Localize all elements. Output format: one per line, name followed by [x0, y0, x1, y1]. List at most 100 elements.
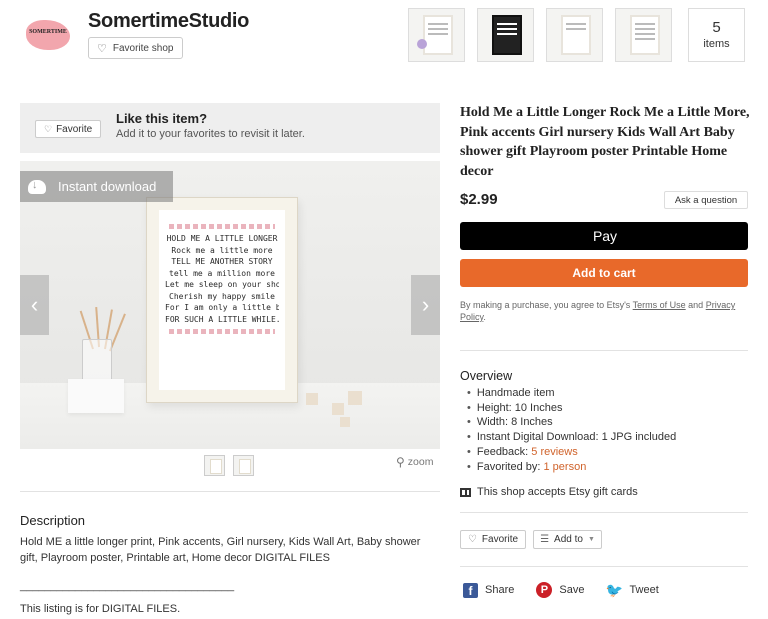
overview-item-text: Feedback: — [476, 445, 532, 458]
like-subtitle: Add it to your favorites to revisit it l… — [116, 128, 305, 140]
pink-accent — [169, 329, 275, 334]
favorite-shop-label: Favorite shop — [112, 42, 174, 54]
favorite-item-button[interactable]: ♡ Favorite — [460, 530, 526, 549]
product-image[interactable]: HOLD ME A LITTLE LONGER Rock me a little… — [20, 161, 440, 449]
poster-line: For I am only a little baby — [165, 303, 279, 312]
list-icon: ☰ — [540, 534, 550, 545]
twitter-icon: 🐦 — [605, 581, 624, 598]
poster-line: tell me a million more — [169, 268, 275, 278]
chevron-right-icon: › — [421, 292, 430, 317]
gift-cards-note: This shop accepts Etsy gift cards — [460, 486, 638, 498]
favorite-item-label: Favorite — [481, 534, 519, 545]
overview-item-text: Handmade item — [476, 387, 555, 399]
pinterest-icon: P — [536, 582, 553, 598]
overview-item: Width: 8 Inches — [467, 415, 676, 430]
image-thumbnails — [204, 455, 254, 476]
terms-prefix: By making a purchase, you agree to Etsy'… — [460, 300, 633, 310]
poster-mat: HOLD ME A LITTLE LONGER Rock me a little… — [159, 210, 285, 390]
heart-icon: ♡ — [44, 123, 53, 134]
description-title: Description — [20, 513, 86, 528]
next-image-button[interactable]: › — [411, 275, 440, 335]
facebook-share-button[interactable]: f Share — [463, 582, 514, 598]
share-row: f Share P Save 🐦 Tweet — [463, 582, 659, 598]
shop-logo-blob: SOMERTIME — [26, 20, 70, 50]
twitter-tweet-label: Tweet — [629, 584, 659, 596]
heart-icon: ♡ — [97, 42, 107, 55]
favorited-by-link[interactable]: 1 person — [544, 461, 587, 473]
description-body: Hold ME a little longer print, Pink acce… — [20, 536, 421, 564]
product-price: $2.99 — [460, 191, 498, 208]
add-to-list-button[interactable]: ☰ Add to ▼ — [533, 530, 602, 549]
heart-icon: ♡ — [467, 534, 477, 545]
overview-item-text: Width: 8 Inches — [476, 416, 553, 429]
poster-line: Cherish my happy smile — [169, 291, 275, 301]
gift-cards-text: This shop accepts Etsy gift cards — [477, 486, 638, 498]
poster-frame: HOLD ME A LITTLE LONGER Rock me a little… — [146, 197, 298, 403]
facebook-share-label: Share — [485, 584, 515, 596]
shop-item-thumbnail[interactable] — [546, 8, 603, 62]
overview-item: Favorited by: 1 person — [467, 460, 676, 475]
overview-item: Height: 10 Inches — [467, 401, 676, 416]
image-thumbnail[interactable] — [204, 455, 225, 476]
shop-item-thumbnail[interactable] — [408, 8, 465, 62]
poster-line: Let me sleep on your shoulder — [165, 280, 279, 289]
add-to-label: Add to — [554, 534, 583, 545]
shop-item-thumbnails — [408, 8, 672, 62]
chevron-down-icon: ▼ — [587, 536, 595, 543]
poster-line: FOR SUCH A LITTLE WHILE. — [165, 314, 279, 324]
overview-item-text: Favorited by: — [476, 460, 544, 473]
add-to-cart-button[interactable]: Add to cart — [460, 259, 748, 287]
purchase-terms: By making a purchase, you agree to Etsy'… — [460, 299, 750, 323]
previous-image-button[interactable]: ‹ — [20, 275, 49, 335]
apple-pay-label: Pay — [592, 228, 618, 244]
overview-item-text: Instant Digital Download: 1 JPG included — [476, 431, 677, 444]
divider — [460, 512, 748, 513]
pencil-jar — [82, 339, 112, 383]
reviews-link[interactable]: 5 reviews — [531, 446, 577, 458]
image-thumbnail[interactable] — [233, 455, 254, 476]
zoom-button[interactable]: ⚲ zoom — [396, 455, 433, 469]
shop-name[interactable]: SomertimeStudio — [88, 10, 249, 33]
ask-question-button[interactable]: Ask a question — [664, 191, 748, 209]
product-title: Hold Me a Little Longer Rock Me a Little… — [460, 105, 750, 179]
poster-line: TELL ME ANOTHER STORY — [171, 257, 273, 266]
poster-line: HOLD ME A LITTLE LONGER — [166, 234, 278, 243]
items-count-number: 5 — [712, 19, 721, 36]
terms-suffix: . — [483, 312, 486, 322]
poster-line: Rock me a little more — [171, 245, 273, 255]
description-more: This listing is for DIGITAL FILES. — [20, 603, 181, 615]
shop-item-thumbnail[interactable] — [615, 8, 672, 62]
pink-accent — [169, 224, 275, 229]
overview-item-text: Height: 10 Inches — [476, 401, 563, 414]
overview-title: Overview — [460, 369, 513, 383]
shop-item-thumbnail[interactable] — [477, 8, 534, 62]
magnifier-icon: ⚲ — [396, 455, 405, 469]
instant-download-label: Instant download — [58, 179, 157, 194]
like-item-box: ♡ Favorite Like this item? Add it to you… — [20, 103, 440, 153]
overview-item: Feedback: 5 reviews — [467, 445, 676, 460]
shop-items-count[interactable]: 5 items — [688, 8, 745, 62]
items-count-label: items — [703, 38, 730, 50]
shop-logo-text: SOMERTIME — [29, 29, 67, 35]
terms-middle: and — [685, 300, 706, 310]
pinterest-save-button[interactable]: P Save — [536, 582, 584, 598]
cloud-download-icon — [28, 179, 46, 194]
pinterest-save-label: Save — [559, 584, 585, 596]
like-favorite-label: Favorite — [56, 123, 93, 135]
divider — [460, 566, 748, 567]
shop-logo[interactable]: SOMERTIME — [22, 14, 74, 56]
shop-header: SOMERTIME SomertimeStudio ♡ Favorite sho… — [0, 0, 768, 70]
gift-card-icon — [460, 487, 471, 497]
like-title: Like this item? — [116, 111, 208, 126]
divider — [460, 350, 748, 351]
twitter-tweet-button[interactable]: 🐦 Tweet — [605, 581, 659, 598]
zoom-label: zoom — [407, 456, 434, 468]
apple-pay-button[interactable]: Pay — [460, 222, 748, 250]
terms-of-use-link[interactable]: Terms of Use — [633, 300, 686, 310]
description-rule: ___________________________________ — [20, 580, 235, 592]
facebook-icon: f — [463, 582, 478, 598]
chevron-left-icon: ‹ — [30, 292, 39, 317]
favorite-shop-button[interactable]: ♡ Favorite shop — [88, 37, 184, 59]
overview-item: Instant Digital Download: 1 JPG included — [467, 430, 676, 445]
like-favorite-button[interactable]: ♡ Favorite — [35, 120, 102, 138]
